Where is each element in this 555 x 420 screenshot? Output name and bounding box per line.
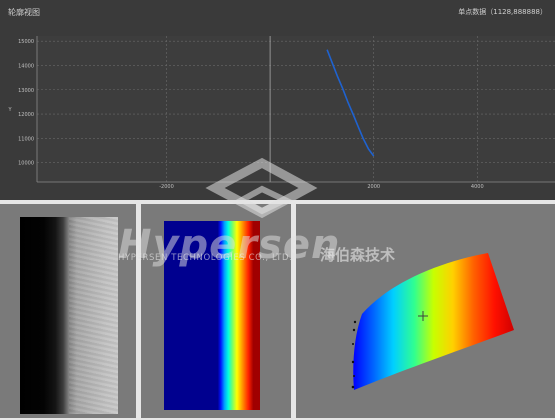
y-axis-label: Y	[7, 107, 12, 113]
grayscale-image	[20, 217, 118, 414]
color-map-panel	[141, 204, 291, 418]
y-tick-label: 14000	[18, 63, 34, 69]
3d-surface	[353, 253, 514, 390]
y-tick-label: 13000	[18, 88, 34, 94]
y-tick-label: 10000	[18, 161, 34, 167]
y-tick-label: 12000	[18, 112, 34, 118]
x-tick-label: 2000	[367, 184, 380, 190]
y-tick-label: 15000	[18, 39, 34, 45]
grayscale-texture	[69, 217, 118, 414]
profile-chart: 10000 11000 12000 13000 14000 15000 -2000 2000 4…	[7, 36, 555, 190]
point-data-readout: 单点数据（1128,888888）	[458, 8, 547, 16]
3d-surface-panel[interactable]	[296, 204, 555, 418]
grayscale-image-panel	[0, 204, 136, 418]
3d-surface-view[interactable]	[296, 204, 555, 418]
y-tick-label: 11000	[18, 136, 34, 142]
x-tick-label: -2000	[159, 184, 174, 190]
profile-view-panel: 10000 11000 12000 13000 14000 15000 -2000 2000 4…	[0, 0, 555, 200]
color-height-map	[164, 221, 260, 410]
x-tick-label: 4000	[471, 184, 484, 190]
profile-view-title: 轮廓视图	[8, 8, 40, 17]
